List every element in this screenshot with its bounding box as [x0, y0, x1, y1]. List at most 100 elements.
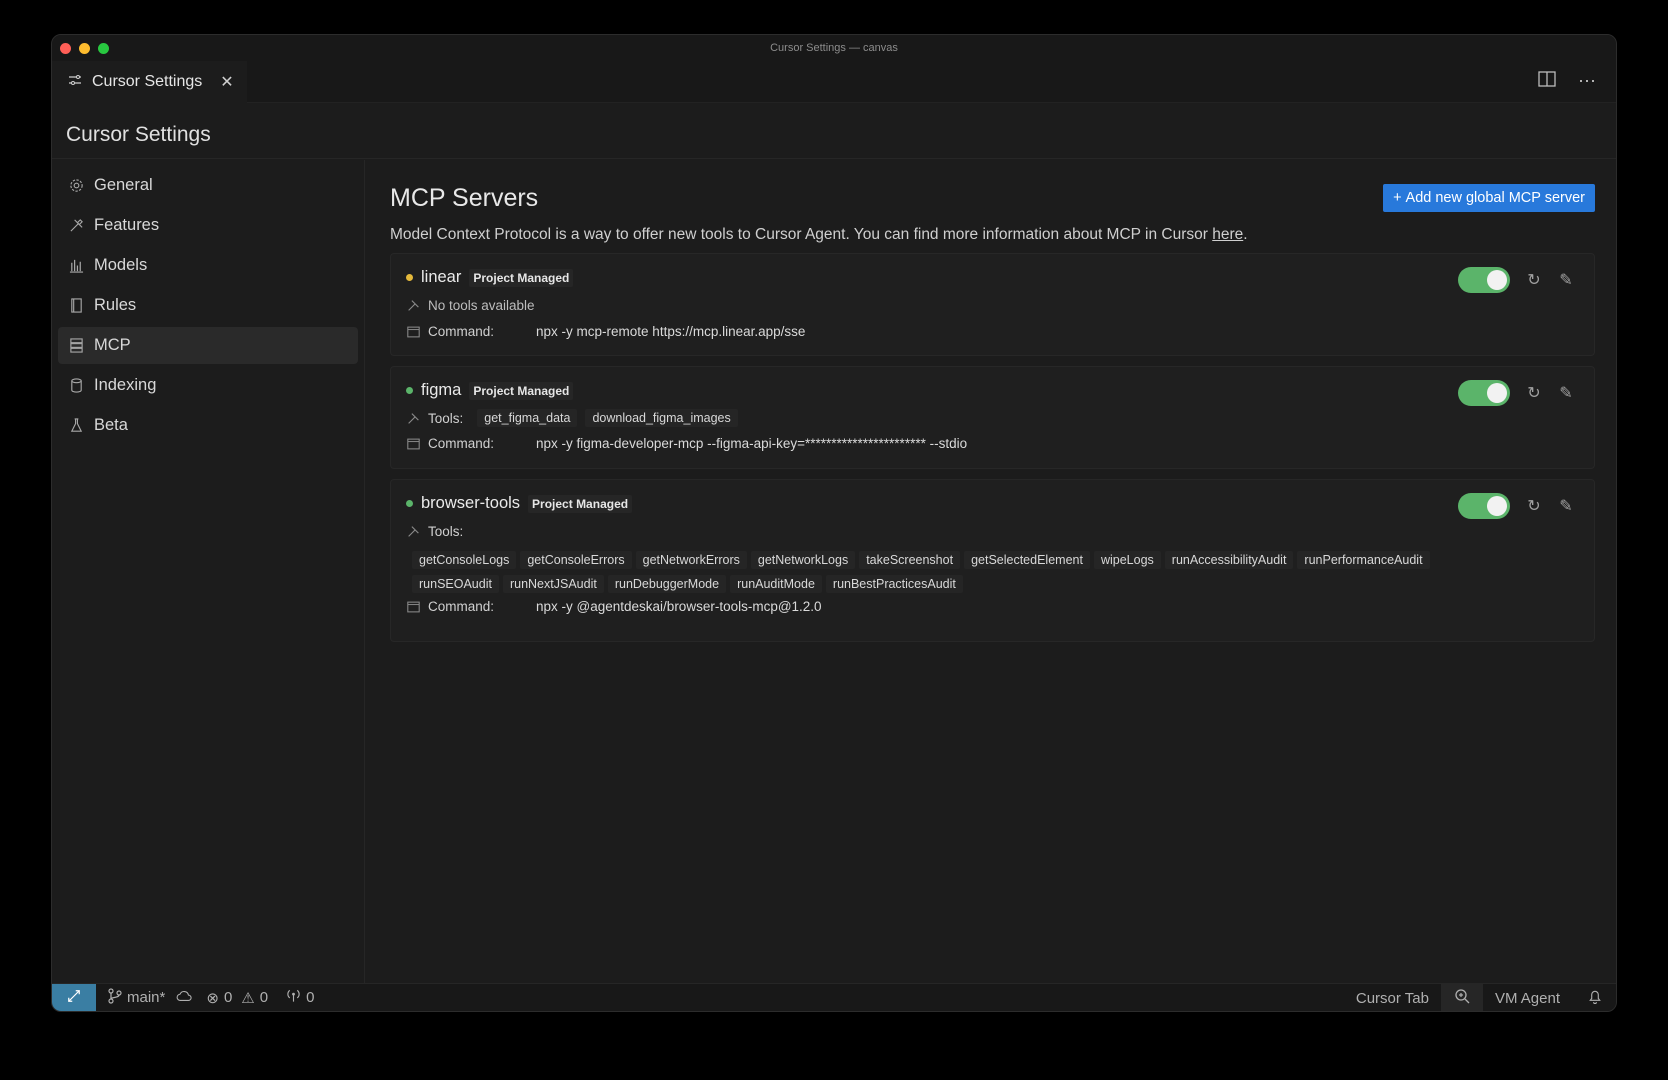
sidebar-item-models[interactable]: Models: [58, 247, 358, 284]
window-title: Cursor Settings — canvas: [770, 42, 898, 54]
mcp-server-card-linear: linear Project Managed ↻ ✎ No tools avai…: [390, 253, 1595, 356]
server-enable-toggle[interactable]: [1458, 267, 1510, 293]
remote-connection-icon: [67, 989, 81, 1007]
mcp-server-card-browser-tools: browser-tools Project Managed ↻ ✎ Tools:…: [390, 479, 1595, 642]
command-label: Command:: [428, 324, 495, 339]
sidebar-item-label: MCP: [94, 336, 131, 354]
server-enable-toggle[interactable]: [1458, 493, 1510, 519]
status-bar: main* ⊗ 0 ⚠ 0 0 Cursor Tab VM Agent: [52, 983, 1616, 1011]
split-editor-icon[interactable]: [1538, 71, 1556, 92]
bell-icon[interactable]: [1588, 989, 1602, 1008]
refresh-icon[interactable]: ↻: [1526, 496, 1542, 516]
tab-label: Cursor Settings: [92, 73, 203, 90]
ports-status[interactable]: 0: [286, 989, 314, 1007]
branch-name: main*: [127, 989, 166, 1006]
tools-icon: [406, 412, 420, 425]
warning-count: 0: [259, 989, 269, 1006]
tool-chip: runPerformanceAudit: [1297, 551, 1430, 569]
tool-chip: runAccessibilityAudit: [1164, 551, 1294, 569]
tool-chip: getConsoleErrors: [520, 551, 632, 569]
tool-chip: wipeLogs: [1093, 551, 1161, 569]
database-icon: [68, 378, 84, 394]
sidebar-item-indexing[interactable]: Indexing: [58, 367, 358, 404]
edit-pencil-icon[interactable]: ✎: [1558, 270, 1574, 290]
command-label: Command:: [428, 599, 495, 614]
mcp-docs-link[interactable]: here: [1212, 226, 1243, 243]
section-description: Model Context Protocol is a way to offer…: [390, 226, 1595, 244]
project-managed-badge: Project Managed: [469, 268, 574, 287]
tab-cursor-settings[interactable]: Cursor Settings ✕: [52, 61, 247, 103]
sidebar-item-label: Rules: [94, 296, 137, 314]
page-title: Cursor Settings: [52, 103, 1616, 159]
tool-chip: getNetworkErrors: [635, 551, 747, 569]
remote-indicator[interactable]: [52, 983, 96, 1011]
edit-pencil-icon[interactable]: ✎: [1558, 383, 1574, 403]
gear-icon: [68, 178, 84, 194]
title-bar: Cursor Settings — canvas: [52, 35, 1616, 61]
settings-sliders-icon: [68, 73, 82, 92]
project-managed-badge: Project Managed: [469, 381, 574, 400]
more-actions-icon[interactable]: ⋯: [1578, 71, 1596, 92]
sidebar-item-rules[interactable]: Rules: [58, 287, 358, 324]
command-text: npx -y mcp-remote https://mcp.linear.app…: [536, 324, 806, 339]
add-global-mcp-server-button[interactable]: + Add new global MCP server: [1383, 184, 1595, 212]
description-text: Model Context Protocol is a way to offer…: [390, 226, 1213, 243]
tool-chip: runAuditMode: [730, 575, 822, 593]
flask-icon: [68, 418, 84, 434]
tool-chip: getNetworkLogs: [750, 551, 856, 569]
command-label: Command:: [428, 436, 495, 451]
sidebar-item-label: Beta: [94, 416, 128, 434]
tool-chip: takeScreenshot: [859, 551, 961, 569]
zoom-status[interactable]: [1440, 984, 1483, 1011]
tool-chip: getSelectedElement: [964, 551, 1090, 569]
tools-icon: [68, 218, 84, 234]
sidebar-item-general[interactable]: General: [58, 167, 358, 204]
terminal-icon: [406, 601, 420, 613]
problems-status[interactable]: ⊗ 0 ⚠ 0: [206, 989, 268, 1007]
edit-pencil-icon[interactable]: ✎: [1558, 496, 1574, 516]
tools-label: Tools:: [428, 524, 464, 539]
status-dot: [406, 274, 413, 281]
server-enable-toggle[interactable]: [1458, 380, 1510, 406]
bar-chart-icon: [68, 258, 84, 274]
sidebar-item-label: General: [94, 176, 153, 194]
broadcast-icon: [286, 989, 301, 1007]
tool-chip: runNextJSAudit: [502, 575, 604, 593]
warning-icon: ⚠: [241, 989, 255, 1007]
sidebar-item-label: Models: [94, 256, 148, 274]
tool-chip: runBestPracticesAudit: [825, 575, 963, 593]
close-tab-icon[interactable]: ✕: [220, 72, 233, 92]
sidebar-item-mcp[interactable]: MCP: [58, 327, 358, 364]
tool-chip: download_figma_images: [585, 409, 738, 427]
tool-chip: runDebuggerMode: [607, 575, 727, 593]
tools-icon: [406, 525, 420, 538]
refresh-icon[interactable]: ↻: [1526, 383, 1542, 403]
project-managed-badge: Project Managed: [528, 494, 633, 513]
tools-icon: [406, 299, 420, 312]
tool-chip: get_figma_data: [477, 409, 578, 427]
ports-count: 0: [306, 989, 315, 1006]
description-end: .: [1243, 226, 1248, 243]
git-branch-status[interactable]: main*: [108, 987, 192, 1008]
sidebar-item-features[interactable]: Features: [58, 207, 358, 244]
plus-icon: +: [1393, 190, 1402, 206]
terminal-icon: [406, 326, 420, 338]
zoom-magnifier-icon: [1454, 988, 1470, 1008]
vm-agent-status[interactable]: VM Agent: [1495, 990, 1560, 1007]
settings-sidebar: General Features Models Rules MCP Indexi…: [52, 160, 365, 983]
status-dot: [406, 387, 413, 394]
refresh-icon[interactable]: ↻: [1526, 270, 1542, 290]
command-text: npx -y figma-developer-mcp --figma-api-k…: [536, 436, 968, 451]
cloud-sync-icon[interactable]: [176, 989, 192, 1006]
sidebar-item-beta[interactable]: Beta: [58, 407, 358, 444]
tool-chip: runSEOAudit: [412, 575, 499, 593]
no-tools-text: No tools available: [428, 298, 535, 313]
sidebar-item-label: Indexing: [94, 376, 157, 394]
server-name: linear: [421, 268, 462, 286]
cursor-tab-status[interactable]: Cursor Tab: [1356, 990, 1429, 1007]
terminal-icon: [406, 438, 420, 450]
book-icon: [68, 298, 84, 314]
command-text: npx -y @agentdeskai/browser-tools-mcp@1.…: [536, 599, 822, 614]
tools-label: Tools:: [428, 410, 464, 426]
git-branch-icon: [108, 987, 122, 1008]
